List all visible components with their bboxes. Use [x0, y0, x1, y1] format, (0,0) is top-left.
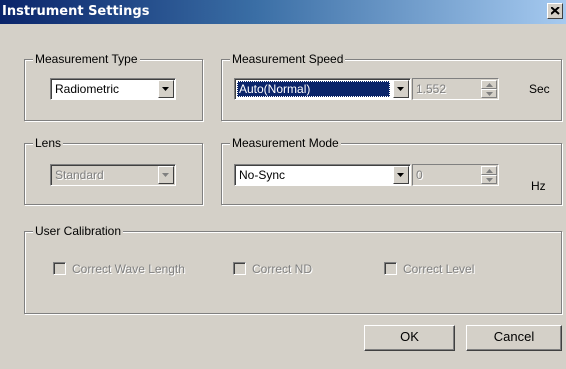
measurement-type-group: Measurement Type Radiometric	[24, 52, 203, 121]
measurement-speed-value: Auto(Normal)	[237, 81, 390, 97]
user-calibration-legend: User Calibration	[33, 224, 124, 238]
measurement-type-legend: Measurement Type	[33, 52, 140, 66]
measurement-time-value: 1.552	[416, 82, 447, 96]
measurement-type-select[interactable]: Radiometric	[50, 78, 176, 100]
chevron-down-icon	[397, 87, 404, 91]
frequency-spinner[interactable]: 0	[412, 164, 499, 186]
spin-down-button[interactable]	[481, 175, 497, 184]
frequency-value: 0	[416, 168, 423, 182]
checkbox-label: Correct ND	[252, 262, 313, 276]
checkbox-label: Correct Wave Length	[72, 262, 185, 276]
checkbox-box[interactable]	[53, 262, 66, 275]
chevron-down-icon	[162, 87, 169, 91]
measurement-speed-select[interactable]: Auto(Normal)	[234, 78, 411, 100]
spin-down-icon	[486, 178, 493, 182]
measurement-time-unit: Sec	[529, 82, 550, 96]
spin-down-icon	[486, 92, 493, 96]
measurement-mode-select[interactable]: No-Sync	[234, 164, 411, 186]
spin-up-icon	[486, 83, 493, 87]
cancel-button[interactable]: Cancel	[466, 325, 562, 351]
frequency-unit: Hz	[531, 179, 546, 193]
measurement-speed-legend: Measurement Speed	[230, 52, 346, 66]
lens-value: Standard	[55, 168, 104, 182]
lens-select[interactable]: Standard	[50, 164, 176, 186]
close-icon	[551, 7, 560, 15]
window-title: Instrument Settings	[2, 4, 150, 19]
chevron-down-icon	[162, 173, 169, 177]
measurement-time-spinner[interactable]: 1.552	[412, 78, 499, 100]
spin-up-button[interactable]	[481, 166, 497, 175]
lens-group: Lens Standard	[24, 136, 203, 205]
user-calibration-group: User Calibration Correct Wave Length Cor…	[24, 224, 562, 314]
checkbox-box[interactable]	[233, 262, 246, 275]
measurement-mode-group: Measurement Mode No-Sync 0 Hz	[221, 136, 562, 205]
close-button[interactable]	[547, 3, 563, 19]
chevron-down-icon	[397, 173, 404, 177]
lens-legend: Lens	[33, 136, 64, 150]
checkbox-label: Correct Level	[403, 262, 475, 276]
lens-dropdown-button[interactable]	[158, 166, 174, 184]
title-bar: Instrument Settings	[0, 0, 566, 24]
spin-down-button[interactable]	[481, 89, 497, 98]
spin-up-icon	[486, 169, 493, 173]
measurement-speed-group: Measurement Speed Auto(Normal) 1.552 Sec	[221, 52, 562, 121]
measurement-mode-value: No-Sync	[239, 168, 286, 182]
measurement-mode-dropdown-button[interactable]	[393, 166, 409, 184]
measurement-type-dropdown-button[interactable]	[158, 80, 174, 98]
measurement-mode-legend: Measurement Mode	[230, 136, 341, 150]
measurement-speed-dropdown-button[interactable]	[393, 80, 409, 98]
spin-up-button[interactable]	[481, 80, 497, 89]
checkbox-box[interactable]	[384, 262, 397, 275]
measurement-type-value: Radiometric	[55, 82, 120, 96]
ok-button[interactable]: OK	[364, 325, 455, 351]
